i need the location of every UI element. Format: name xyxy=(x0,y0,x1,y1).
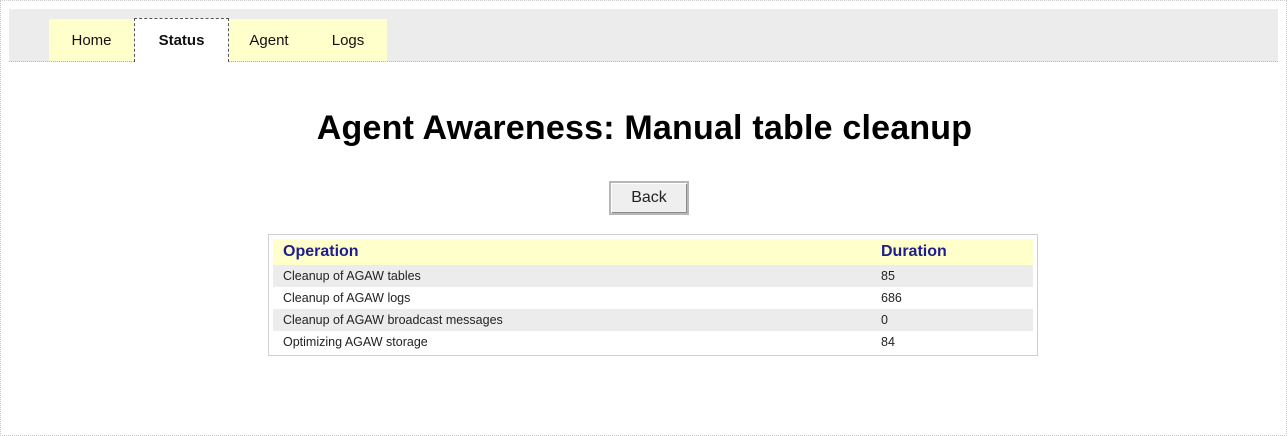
column-header-operation: Operation xyxy=(273,239,873,265)
operation-cell: Cleanup of AGAW broadcast messages xyxy=(273,309,873,331)
results-table: Operation Duration Cleanup of AGAW table… xyxy=(273,239,1033,353)
duration-cell: 0 xyxy=(873,309,1033,331)
table-header-row: Operation Duration xyxy=(273,239,1033,265)
table-row: Optimizing AGAW storage 84 xyxy=(273,331,1033,353)
duration-cell: 85 xyxy=(873,265,1033,287)
tab-bar: Home Status Agent Logs xyxy=(9,9,1278,62)
tab-agent[interactable]: Agent xyxy=(229,19,309,61)
duration-cell: 84 xyxy=(873,331,1033,353)
tab-home[interactable]: Home xyxy=(49,19,134,61)
operation-cell: Optimizing AGAW storage xyxy=(273,331,873,353)
column-header-duration: Duration xyxy=(873,239,1033,265)
page-title: Agent Awareness: Manual table cleanup xyxy=(316,109,973,147)
tab-list: Home Status Agent Logs xyxy=(49,18,387,62)
tab-logs[interactable]: Logs xyxy=(309,19,387,61)
table-row: Cleanup of AGAW tables 85 xyxy=(273,265,1033,287)
operation-cell: Cleanup of AGAW tables xyxy=(273,265,873,287)
results-table-container: Operation Duration Cleanup of AGAW table… xyxy=(268,234,1038,356)
tab-status[interactable]: Status xyxy=(134,18,229,62)
table-row: Cleanup of AGAW logs 686 xyxy=(273,287,1033,309)
table-row: Cleanup of AGAW broadcast messages 0 xyxy=(273,309,1033,331)
operation-cell: Cleanup of AGAW logs xyxy=(273,287,873,309)
duration-cell: 686 xyxy=(873,287,1033,309)
page-frame: Home Status Agent Logs Agent Awareness: … xyxy=(0,0,1287,436)
back-button[interactable]: Back xyxy=(609,181,689,215)
